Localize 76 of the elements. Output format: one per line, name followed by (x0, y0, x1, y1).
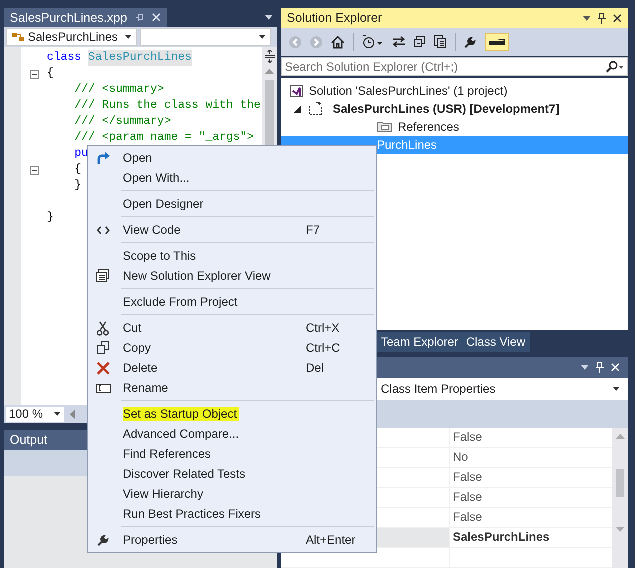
references-icon (377, 121, 393, 134)
code-text: class (47, 50, 83, 66)
search-field[interactable]: Search Solution Explorer (Ctrl+;) (281, 56, 628, 76)
tree-item[interactable]: References (398, 120, 460, 134)
class-icon (11, 31, 25, 43)
splitter-icon[interactable] (264, 50, 276, 63)
code-text: /// </summary> (74, 114, 172, 130)
tree-item[interactable]: Solution 'SalesPurchLines' (1 project) (309, 84, 508, 98)
windows-icon (96, 269, 110, 283)
preview-toggle-button[interactable] (485, 33, 509, 52)
project-icon (309, 102, 325, 116)
menu-item[interactable]: View Hierarchy (88, 484, 376, 504)
wrench-icon (96, 534, 110, 546)
property-value[interactable]: False (450, 468, 612, 487)
code-text: /// <param name = "_args"> (74, 130, 254, 146)
menu-item[interactable]: Copy Ctrl+C (88, 338, 376, 358)
property-value[interactable]: False (450, 508, 612, 527)
menu-item[interactable]: Open (88, 148, 376, 168)
scissors-icon (97, 320, 109, 336)
search-field[interactable]: Search Solution Explorer (Ctrl+;) (282, 60, 606, 74)
code-text: { (74, 162, 82, 178)
property-value[interactable]: No (450, 448, 612, 467)
tree-item[interactable]: SalesPurchLines (USR) [Development7] (333, 102, 560, 116)
menu-item[interactable]: New Solution Explorer View (88, 266, 376, 286)
caret-icon (125, 35, 132, 39)
history-icon[interactable] (362, 35, 384, 50)
documents-icon[interactable] (434, 35, 447, 50)
code-icon (96, 226, 110, 234)
property-value[interactable]: False (450, 428, 612, 447)
copy-icon (96, 341, 110, 355)
sync-icon[interactable] (392, 36, 406, 48)
type-combo[interactable]: SalesPurchLines (6, 28, 137, 46)
caret-icon (259, 35, 266, 39)
panel-title: Solution Explorer (287, 11, 382, 26)
pin-icon[interactable] (598, 12, 606, 24)
code-text: } (47, 210, 54, 226)
delete-icon (96, 362, 110, 374)
menu-item[interactable]: Delete Del (88, 358, 376, 378)
preview-icon (489, 39, 505, 46)
code-text: /// Runs the class with the (74, 98, 261, 114)
menu-item[interactable]: Open Designer (88, 194, 376, 214)
menu-item[interactable]: Open With... (88, 168, 376, 188)
collapse-icon[interactable] (30, 166, 38, 174)
dropdown-icon[interactable] (581, 365, 589, 370)
close-icon[interactable] (613, 14, 622, 23)
menu-item[interactable]: View Code F7 (88, 220, 376, 240)
property-value[interactable]: SalesPurchLines (450, 528, 612, 547)
rename-icon (96, 384, 110, 392)
code-text: } (74, 178, 82, 194)
caret-icon (54, 412, 61, 416)
caret-icon (613, 387, 620, 391)
menu-item[interactable]: Cut Ctrl+X (88, 318, 376, 338)
redo-arrow-icon (96, 152, 110, 164)
collapse-all-icon[interactable] (414, 36, 426, 48)
property-value[interactable]: False (450, 488, 612, 507)
zoom-combo[interactable]: 100 % (6, 406, 64, 422)
dropdown-icon[interactable] (265, 15, 273, 20)
menu-item[interactable]: Discover Related Tests (88, 464, 376, 484)
scrollbar-thumb[interactable] (616, 469, 624, 497)
menu-item[interactable]: Scope to This (88, 246, 376, 266)
code-text: SalesPurchLines (88, 50, 192, 66)
wrench-icon[interactable] (464, 36, 477, 49)
code-text: { (47, 66, 54, 82)
home-icon[interactable] (331, 36, 345, 49)
expander-icon[interactable] (294, 106, 301, 113)
menu-item[interactable]: Exclude From Project (88, 292, 376, 312)
menu-item[interactable]: Run Best Practices Fixers (88, 504, 376, 524)
solution-icon (290, 84, 304, 98)
tool-window-tab[interactable]: Team Explorer (377, 332, 462, 352)
dropdown-icon[interactable] (583, 16, 591, 21)
menu-item[interactable]: Properties Alt+Enter (88, 530, 376, 550)
tool-window-tab[interactable]: Class View (462, 332, 530, 352)
collapse-icon[interactable] (30, 70, 38, 78)
menu-item[interactable]: Set as Startup Object (88, 404, 376, 424)
search-icon[interactable] (606, 60, 624, 73)
code-text: /// <summary> (74, 82, 164, 98)
